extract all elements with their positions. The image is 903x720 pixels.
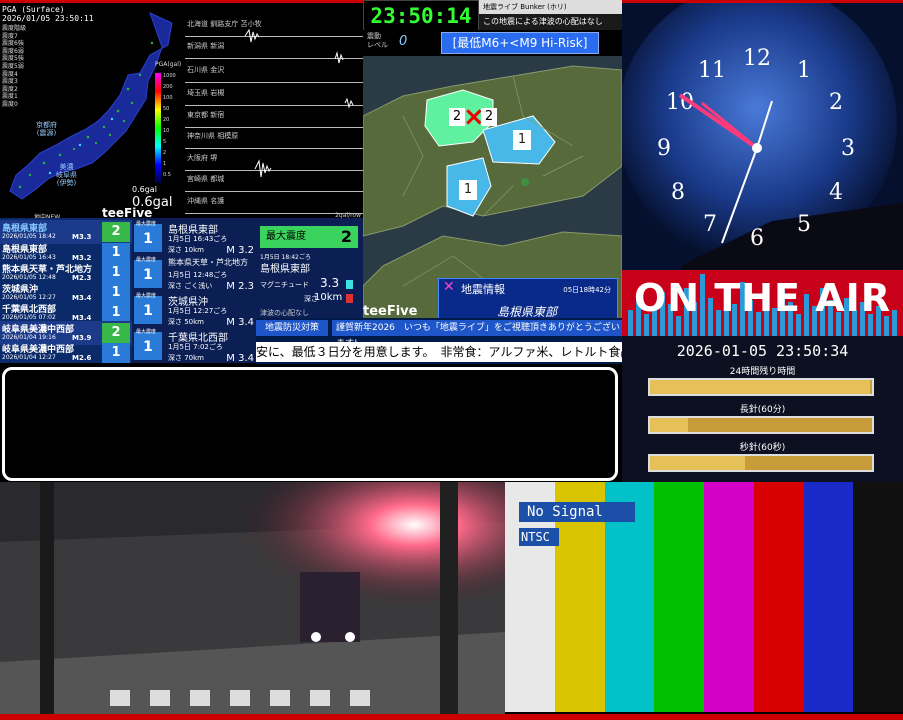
level-value: 0 — [399, 34, 408, 49]
no-signal-label: No Signal — [519, 502, 635, 522]
map-label: 美濃 岐阜県 (伊勢) — [56, 163, 77, 187]
color-bar — [704, 482, 755, 712]
text-display-box — [2, 367, 618, 481]
minute-remaining-bar — [648, 454, 874, 472]
countdown-panel: 2026-01-05 23:50:34 24時間残り時間 長針(60分) 秒針(… — [622, 336, 903, 482]
pga-value-small: 0.6gal — [132, 185, 157, 194]
max-intensity-region: 島根県東部 — [260, 264, 310, 275]
max-intensity-header: 最大震度 2 — [260, 226, 358, 248]
x-mark-icon: ✕ — [443, 279, 455, 295]
analog-clock-panel: 12 1 2 3 4 5 6 7 8 9 10 11 — [622, 0, 903, 273]
test-pattern: No Signal NTSC — [505, 482, 903, 720]
scale-ticks: 1000 200 100 50 20 10 52 1 0.5 — [163, 73, 176, 178]
color-bar — [654, 482, 705, 712]
clock-number: 5 — [797, 212, 811, 237]
info-time: 05日18時42分 — [563, 286, 611, 294]
clock-number: 9 — [657, 136, 671, 161]
clock-number: 12 — [743, 46, 771, 71]
area-count: 1 — [513, 130, 531, 150]
area-count: 2 — [481, 108, 497, 126]
day-remaining-fill — [650, 380, 870, 394]
clock-center — [752, 143, 762, 153]
clock-number: 8 — [671, 180, 685, 205]
magnitude-label: マグニチュード — [260, 281, 309, 289]
current-datetime: 2026-01-05 23:50:34 — [676, 342, 849, 360]
color-bar — [853, 482, 903, 712]
pga-map-panel: PGA (Surface) 2026/01/05 23:50:11 震度階級 震… — [0, 0, 185, 221]
minute-remaining-label: 秒針(60秒) — [739, 443, 786, 453]
day-remaining-bar — [648, 378, 874, 396]
map-label: 京都府 (震源) — [36, 121, 57, 137]
quake-info-box: ✕ 地震情報 05日18時42分 島根県東部 — [438, 278, 618, 320]
risk-bar: 震動 レベル 0 [最低M6+<M9 Hi-Risk] — [363, 30, 622, 56]
bottom-border — [0, 714, 903, 720]
clock-number: 11 — [698, 58, 726, 83]
ticker-message: 謹賀新年2026 いつも「地震ライブ」をご視聴頂きありがとうございます! — [332, 320, 622, 349]
video-standard-label: NTSC — [519, 528, 559, 546]
minute-remaining-fill — [650, 456, 746, 470]
detail-card[interactable]: 1 最大震度 島根県東部 1月5日 16:43ごろ 深さ 10km M 3.2 — [134, 220, 254, 258]
earthquake-list: 島根県東部 2026/01/05 18:42 M3.3 2 島根県東部 2026/01… — [0, 218, 132, 363]
clock-number: 1 — [797, 58, 811, 83]
street-camera-feed — [0, 482, 505, 720]
earthquake-detail-list: 1 最大震度 島根県東部 1月5日 16:43ごろ 深さ 10km M 3.2 1 最大… — [132, 218, 256, 363]
max-intensity-panel: 最大震度 2 1月5日 18:42ごろ 島根県東部 マグニチュード 3.3 深さ … — [256, 218, 363, 318]
camera-image — [0, 482, 505, 720]
color-bar — [803, 482, 855, 712]
clock-number: 3 — [841, 136, 855, 161]
clock-number: 4 — [829, 180, 843, 205]
seismogram-waves — [244, 28, 354, 178]
seismogram-panel: 北海道 釧路支庁 苫小牧 新潟県 新潟 石川県 金沢 埼玉県 岩槻 東京都 新宿… — [185, 0, 363, 221]
info-title: 地震情報 — [461, 283, 505, 296]
detail-card[interactable]: 1 最大震度 千葉県北西部 1月5日 7:02ごろ 深さ 70km M 3.4 — [134, 328, 254, 363]
hour-remaining-bar — [648, 416, 874, 434]
level-label: 震動 レベル — [367, 32, 388, 49]
hour-remaining-fill — [650, 418, 688, 432]
clock-number: 2 — [829, 90, 843, 115]
clock-number: 7 — [703, 212, 717, 237]
ticker-scroll-text: 安に、最低３日分を用意します。 非常食：アルファ米、レトルト食品 — [256, 342, 622, 362]
tsunami-status: 津波の心配なし — [260, 309, 309, 317]
region-map-panel: 23:50:14 地震ライブ Bunker (ホリ) この地震による津波の心配は… — [363, 0, 622, 320]
ticker-tag: 地震防災対策 — [256, 320, 328, 336]
detail-card[interactable]: 1 最大震度 熊本県天草・芦北地方 1月5日 12:48ごろ 深さ ごく浅い M 2.… — [134, 256, 254, 294]
brand-logo: teeFive — [363, 304, 418, 319]
hour-remaining-label: 長針(60分) — [739, 405, 786, 415]
on-air-label: ON THE AIR — [634, 276, 892, 320]
list-item[interactable]: 岐阜県美濃中西部 2026/01/04 12:27 M2.6 1 — [0, 341, 132, 363]
magnitude-swatch — [346, 280, 353, 289]
depth-swatch — [346, 294, 353, 303]
color-bar — [753, 482, 805, 712]
area-count: 1 — [459, 180, 477, 200]
scale-title: PGA(gal) — [155, 61, 182, 68]
digital-clock: 23:50:14 — [363, 0, 479, 32]
risk-label: [最低M6+<M9 Hi-Risk] — [441, 32, 599, 54]
pga-color-scale — [155, 73, 161, 183]
magnitude-value: 3.3 — [320, 276, 340, 290]
news-ticker: 地震防災対策 謹賀新年2026 いつも「地震ライブ」をご視聴頂きありがとうござい… — [256, 318, 622, 364]
detail-card[interactable]: 1 最大震度 茨城県沖 1月5日 12:27ごろ 深さ 50km M 3.4 — [134, 292, 254, 330]
day-remaining-label: 24時間残り時間 — [729, 367, 796, 377]
on-air-banner: ON THE AIR — [622, 270, 903, 336]
stream-header: 地震ライブ Bunker (ホリ) この地震による津波の心配はなし — [479, 0, 622, 30]
depth-value: 10km — [314, 292, 343, 303]
clock-number: 6 — [750, 226, 764, 251]
analog-clock: 12 1 2 3 4 5 6 7 8 9 10 11 — [622, 3, 903, 270]
